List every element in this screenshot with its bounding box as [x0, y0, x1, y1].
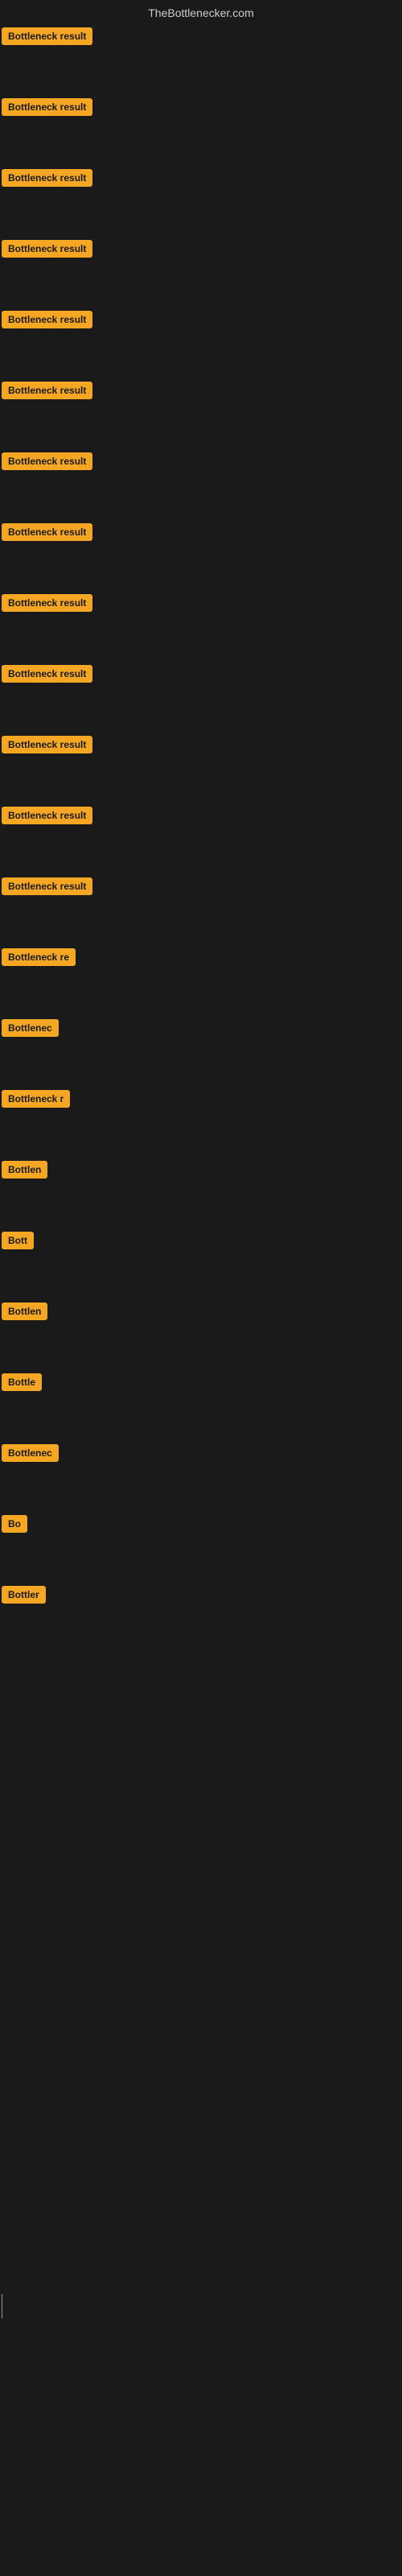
bottleneck-badge[interactable]: Bottleneck result — [2, 736, 92, 753]
result-row: Bottleneck result — [2, 448, 402, 517]
result-row: Bottlen — [2, 1298, 402, 1367]
bottleneck-badge[interactable]: Bottle — [2, 1373, 42, 1391]
bottleneck-badge[interactable]: Bottleneck result — [2, 452, 92, 470]
result-row: Bottleneck result — [2, 164, 402, 233]
result-row: Bottleneck result — [2, 306, 402, 375]
result-row: Bottleneck result — [2, 802, 402, 871]
result-row: Bottleneck result — [2, 377, 402, 446]
bottleneck-badge[interactable]: Bottleneck result — [2, 382, 92, 399]
result-row: Bottleneck result — [2, 589, 402, 658]
bottleneck-badge[interactable]: Bottleneck result — [2, 523, 92, 541]
result-row: Bottlenec — [2, 1014, 402, 1084]
result-row: Bottler — [2, 1581, 402, 1650]
result-row: Bottleneck result — [2, 235, 402, 304]
result-row: Bottleneck result — [2, 518, 402, 588]
result-row: Bott — [2, 1227, 402, 1296]
bottleneck-badge[interactable]: Bottleneck result — [2, 27, 92, 45]
bottleneck-badge[interactable]: Bottleneck re — [2, 948, 76, 966]
result-row: Bottleneck result — [2, 660, 402, 729]
result-row: Bottleneck r — [2, 1085, 402, 1154]
bottleneck-badge[interactable]: Bottleneck result — [2, 169, 92, 187]
bottleneck-badge[interactable]: Bottleneck result — [2, 807, 92, 824]
bottleneck-badge[interactable]: Bo — [2, 1515, 27, 1533]
results-list: Bottleneck result Bottleneck result Bottle… — [0, 23, 402, 1650]
bottleneck-badge[interactable]: Bottlenec — [2, 1444, 59, 1462]
result-row: Bottleneck result — [2, 731, 402, 800]
bottleneck-badge[interactable]: Bottler — [2, 1586, 46, 1604]
result-row: Bottleneck result — [2, 23, 402, 92]
bottleneck-badge[interactable]: Bott — [2, 1232, 34, 1249]
result-row: Bottleneck re — [2, 943, 402, 1013]
bottleneck-badge[interactable]: Bottlen — [2, 1302, 47, 1320]
result-row: Bottle — [2, 1368, 402, 1438]
result-row: Bottlen — [2, 1156, 402, 1225]
bottleneck-badge[interactable]: Bottleneck result — [2, 240, 92, 258]
bottleneck-badge[interactable]: Bottleneck result — [2, 311, 92, 328]
bottleneck-badge[interactable]: Bottleneck r — [2, 1090, 70, 1108]
result-row: Bo — [2, 1510, 402, 1579]
site-header: TheBottlenecker.com — [0, 0, 402, 23]
result-row: Bottleneck result — [2, 873, 402, 942]
site-name: TheBottlenecker.com — [148, 6, 254, 19]
bottleneck-badge[interactable]: Bottlenec — [2, 1019, 59, 1037]
bottleneck-badge[interactable]: Bottlen — [2, 1161, 47, 1179]
result-row: Bottleneck result — [2, 93, 402, 163]
bottleneck-badge[interactable]: Bottleneck result — [2, 594, 92, 612]
bottleneck-badge[interactable]: Bottleneck result — [2, 877, 92, 895]
result-row: Bottlenec — [2, 1439, 402, 1509]
bottleneck-badge[interactable]: Bottleneck result — [2, 98, 92, 116]
bottleneck-badge[interactable]: Bottleneck result — [2, 665, 92, 683]
